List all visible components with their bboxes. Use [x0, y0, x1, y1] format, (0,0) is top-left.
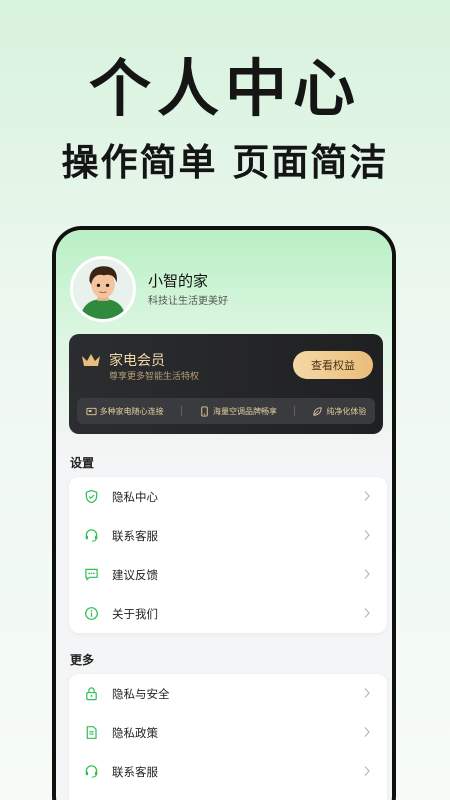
- phone-frame: 小智的家 科技让生活更美好 家电会员 尊享更多智能生活特权 查看权益 多种家电随…: [52, 226, 396, 800]
- chevron-right-icon: [364, 491, 370, 501]
- document-icon: [83, 725, 99, 741]
- menu-item-label: 隐私政策: [112, 725, 158, 740]
- more-card: 隐私与安全 隐私政策 联系客服: [69, 674, 387, 800]
- chevron-right-icon: [364, 608, 370, 618]
- headset-icon: [83, 528, 99, 544]
- menu-item-label: 隐私中心: [112, 489, 158, 504]
- vip-feature-label: 海量空调品牌畅享: [212, 406, 277, 416]
- avatar[interactable]: [70, 256, 136, 322]
- menu-item-label: 联系客服: [112, 528, 158, 543]
- leaf-icon: [313, 406, 322, 416]
- chevron-right-icon: [364, 688, 370, 698]
- menu-item-label: 隐私与安全: [112, 686, 170, 701]
- feedback-icon: [83, 567, 99, 583]
- menu-item-contact-support[interactable]: 联系客服: [69, 516, 387, 555]
- chevron-right-icon: [364, 569, 370, 579]
- avatar-image: [73, 259, 133, 319]
- vip-feature: 多种家电随心连接: [86, 406, 164, 417]
- menu-item-label: 联系客服: [112, 764, 158, 779]
- shield-check-icon: [83, 489, 99, 505]
- settings-card: 隐私中心 联系客服 建议反馈 关于我们: [69, 477, 387, 633]
- vip-title: 家电会员: [109, 353, 165, 369]
- info-icon: [83, 606, 99, 622]
- vip-subtitle: 尊享更多智能生活特权: [109, 372, 200, 382]
- device-icon: [86, 407, 97, 415]
- phone-icon: [201, 405, 208, 417]
- hero-title: 个人中心: [88, 52, 361, 125]
- menu-item-label: 关于我们: [112, 606, 158, 621]
- menu-item-feedback[interactable]: 建议反馈: [69, 555, 387, 594]
- menu-item-about-us[interactable]: 关于我们: [69, 594, 387, 633]
- chevron-right-icon: [364, 727, 370, 737]
- profile-name[interactable]: 小智的家: [148, 270, 208, 291]
- profile-slogan: 科技让生活更美好: [148, 296, 228, 307]
- divider: [180, 406, 182, 416]
- settings-section-title: 设置: [70, 456, 95, 470]
- crown-icon: [82, 354, 100, 366]
- view-benefits-button[interactable]: 查看权益: [293, 351, 373, 379]
- vip-features: 多种家电随心连接 海量空调品牌畅享 纯净化体验: [77, 398, 375, 424]
- lock-icon: [83, 686, 99, 702]
- vip-feature: 海量空调品牌畅享: [199, 405, 277, 417]
- divider: [294, 406, 296, 416]
- chevron-right-icon: [364, 766, 370, 776]
- menu-item-label: 建议反馈: [112, 567, 158, 582]
- menu-item-contact-support[interactable]: 联系客服: [69, 752, 387, 791]
- vip-feature: 纯净化体验: [312, 406, 366, 417]
- more-section-title: 更多: [70, 653, 95, 667]
- vip-feature-label: 多种家电随心连接: [99, 406, 164, 416]
- chevron-right-icon: [364, 530, 370, 540]
- headset-icon: [83, 764, 99, 780]
- vip-card[interactable]: 家电会员 尊享更多智能生活特权 查看权益 多种家电随心连接 海量空调品牌畅享 纯…: [69, 334, 383, 434]
- hero-subtitle: 操作简单 页面简洁: [61, 141, 389, 184]
- menu-item-privacy-security[interactable]: 隐私与安全: [69, 674, 387, 713]
- vip-feature-label: 纯净化体验: [326, 406, 367, 416]
- menu-item-privacy-policy[interactable]: 隐私政策: [69, 713, 387, 752]
- menu-item-partial[interactable]: [69, 791, 387, 800]
- menu-item-privacy-center[interactable]: 隐私中心: [69, 477, 387, 516]
